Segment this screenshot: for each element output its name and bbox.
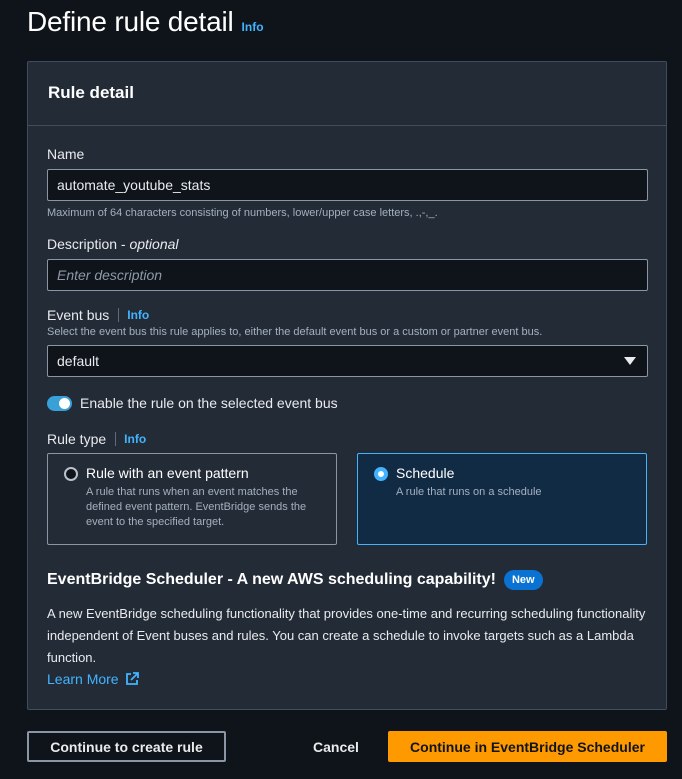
rule-type-label: Rule type	[47, 431, 107, 447]
option-title: Rule with an event pattern	[86, 465, 249, 481]
panel-title: Rule detail	[48, 83, 134, 102]
description-input[interactable]: Enter description	[47, 259, 648, 291]
rule-type-option-schedule[interactable]: Schedule A rule that runs on a schedule	[357, 453, 647, 545]
scheduler-description: A new EventBridge scheduling functionali…	[47, 606, 646, 665]
radio-checked[interactable]	[374, 467, 388, 481]
panel-header: Rule detail	[28, 62, 666, 126]
continue-in-scheduler-button[interactable]: Continue in EventBridge Scheduler	[388, 731, 667, 762]
option-title: Schedule	[396, 465, 455, 481]
enable-rule-toggle[interactable]	[47, 395, 72, 411]
name-value: automate_youtube_stats	[57, 177, 211, 193]
page-header: Define rule detail Info	[27, 6, 264, 38]
description-placeholder: Enter description	[57, 267, 163, 283]
event-bus-label: Event bus	[47, 307, 110, 323]
option-desc: A rule that runs on a schedule	[396, 486, 542, 498]
optional-text: optional	[129, 236, 179, 252]
description-label-text: Description -	[47, 236, 130, 252]
scheduler-title-row: EventBridge Scheduler - A new AWS schedu…	[47, 570, 543, 590]
event-bus-info-link[interactable]: Info	[127, 308, 149, 322]
rule-detail-panel: Rule detail Name automate_youtube_stats …	[27, 61, 667, 710]
radio-unchecked[interactable]	[64, 467, 78, 481]
enable-rule-toggle-row: Enable the rule on the selected event bu…	[47, 395, 338, 411]
learn-more-link[interactable]: Learn More	[47, 671, 139, 687]
event-bus-value: default	[57, 353, 100, 369]
name-label: Name	[47, 146, 85, 162]
label-divider	[118, 308, 120, 322]
enable-rule-label: Enable the rule on the selected event bu…	[80, 395, 338, 411]
description-label: Description - optional	[47, 236, 179, 252]
name-hint: Maximum of 64 characters consisting of n…	[47, 207, 438, 219]
scheduler-title: EventBridge Scheduler - A new AWS schedu…	[47, 571, 496, 588]
caret-down-icon	[624, 357, 636, 365]
cancel-button[interactable]: Cancel	[297, 731, 375, 762]
name-input[interactable]: automate_youtube_stats	[47, 169, 648, 201]
page-info-link[interactable]: Info	[242, 20, 264, 34]
new-badge: New	[503, 570, 543, 590]
rule-type-option-event-pattern[interactable]: Rule with an event pattern A rule that r…	[47, 453, 337, 545]
label-divider	[115, 432, 117, 446]
event-bus-hint: Select the event bus this rule applies t…	[47, 326, 543, 338]
event-bus-select[interactable]: default	[47, 345, 648, 377]
page-title: Define rule detail	[27, 6, 234, 37]
learn-more-label: Learn More	[47, 671, 119, 687]
continue-to-create-rule-button[interactable]: Continue to create rule	[27, 731, 226, 762]
rule-type-label-row: Rule type Info	[47, 431, 146, 447]
external-link-icon	[125, 672, 139, 686]
option-desc: A rule that runs when an event matches t…	[86, 486, 307, 528]
rule-type-info-link[interactable]: Info	[124, 432, 146, 446]
toggle-knob	[59, 397, 70, 409]
event-bus-label-row: Event bus Info	[47, 307, 149, 323]
